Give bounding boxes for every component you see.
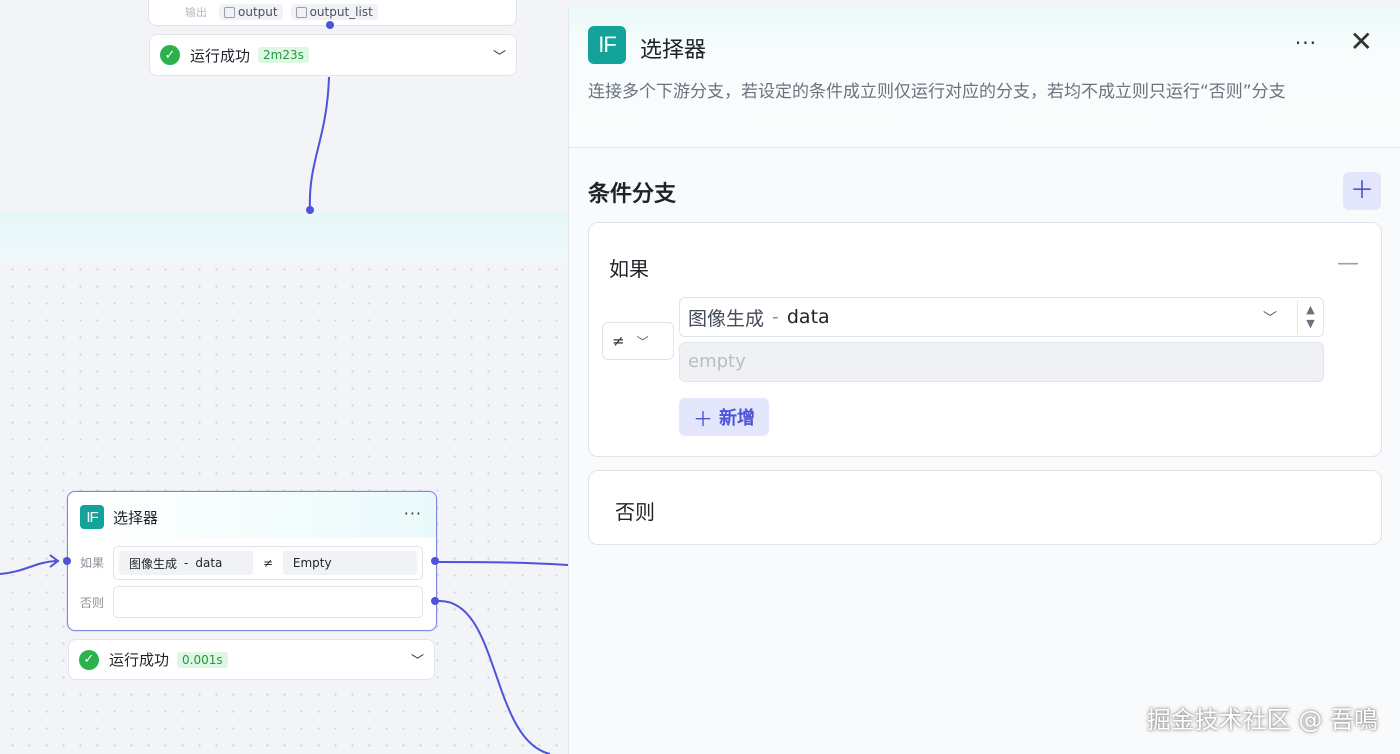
condition-field: data (195, 556, 223, 570)
if-row-label: 如果 (80, 556, 105, 570)
panel-description: 连接多个下游分支，若设定的条件成立则仅运行对应的分支，若均不成立则只运行“否则”… (588, 82, 1286, 102)
chevron-down-icon: ﹀ (636, 334, 649, 349)
output-chip: output (219, 4, 283, 20)
operator-select[interactable]: ≠ ﹀ (602, 322, 674, 360)
if-output-port[interactable] (431, 557, 439, 565)
condition-variable: 图像生成 - data (119, 551, 254, 575)
if-icon: IF (80, 505, 104, 529)
add-branch-button[interactable]: ＋ (1343, 172, 1381, 210)
edge-else-out (437, 599, 551, 754)
if-condition-box[interactable]: 图像生成 - data ≠ Empty (113, 546, 423, 580)
else-condition-box[interactable] (113, 586, 423, 618)
variable-node-name: 图像生成 (688, 307, 765, 330)
status-text: 运行成功 (190, 46, 251, 65)
if-icon: IF (588, 26, 626, 64)
selector-run-status[interactable]: ✓ 运行成功 0.001s ﹀ (68, 639, 435, 680)
output-list-chip: output_list (290, 4, 378, 20)
condition-node-name: 图像生成 (129, 556, 178, 571)
edge-if-out (437, 561, 568, 566)
variable-separator: - (772, 306, 779, 328)
stepper[interactable]: ▲ ▼ (1297, 300, 1323, 334)
chevron-down-icon: ﹀ (410, 654, 424, 669)
condition-operator: ≠ (262, 556, 274, 570)
condition-separator: - (184, 556, 189, 570)
selector-input-port[interactable] (63, 557, 71, 565)
else-row-label: 否则 (80, 596, 105, 610)
success-check-icon: ✓ (79, 649, 99, 670)
variable-field: data (786, 306, 830, 328)
output-chip-label: output (238, 5, 278, 19)
image-icon (295, 6, 307, 18)
plus-icon: ＋ (693, 406, 713, 431)
status-text: 运行成功 (109, 651, 170, 669)
run-time-badge: 0.001s (177, 651, 228, 668)
variable-select[interactable]: 图像生成 - data ﹀ ▲ ▼ (679, 297, 1324, 337)
if-branch-card: 如果 — ≠ ﹀ 图像生成 - data ﹀ ▲ ▼ empty ＋ 新增 (588, 222, 1382, 457)
more-options-icon[interactable]: ··· (1295, 31, 1317, 55)
edge-incoming (0, 560, 57, 575)
remove-branch-icon[interactable]: — (1337, 251, 1359, 276)
panel-header: IF 选择器 ··· ✕ 连接多个下游分支，若设定的条件成立则仅运行对应的分支，… (569, 7, 1400, 148)
output-label: 输出 (185, 6, 207, 19)
node-settings-panel: IF 选择器 ··· ✕ 连接多个下游分支，若设定的条件成立则仅运行对应的分支，… (568, 7, 1400, 754)
panel-title[interactable]: 选择器 (640, 32, 706, 64)
chevron-down-icon: ﹀ (492, 49, 506, 65)
workflow-canvas[interactable]: 输出 output output_list ✓ 运行成功 2m23s ﹀ IF … (0, 0, 568, 754)
condition-value: Empty (282, 551, 417, 575)
edge-incoming-arrow (49, 554, 60, 568)
condition-value-input[interactable]: empty (679, 342, 1324, 382)
else-output-port[interactable] (431, 597, 439, 605)
add-condition-button[interactable]: ＋ 新增 (679, 398, 769, 436)
run-time-badge: 2m23s (258, 47, 309, 63)
operator-value: ≠ (612, 332, 625, 350)
canvas-upper-area (0, 0, 568, 212)
more-options-icon[interactable]: ··· (404, 504, 422, 523)
watermark: 掘金技术社区 @ 吾鳴 (1146, 706, 1378, 734)
node-header: IF 选择器 (80, 505, 158, 529)
section-title: 条件分支 (588, 182, 677, 207)
else-branch-card: 否则 (588, 470, 1382, 545)
image-icon (224, 6, 235, 18)
success-check-icon: ✓ (160, 45, 180, 65)
node-title: 选择器 (113, 508, 159, 527)
add-condition-label: 新增 (719, 408, 755, 429)
output-list-chip-label: output_list (309, 5, 373, 19)
close-icon[interactable]: ✕ (1350, 25, 1373, 58)
stepper-down-icon[interactable]: ▼ (1306, 317, 1314, 331)
canvas-band (0, 212, 568, 262)
selector-node[interactable]: IF 选择器 ··· 如果 图像生成 - data ≠ Empty 否则 (67, 491, 437, 631)
previous-node-port[interactable] (326, 21, 334, 29)
if-branch-label: 如果 (609, 257, 649, 281)
chevron-down-icon: ﹀ (1263, 311, 1277, 327)
previous-node-run-status[interactable]: ✓ 运行成功 2m23s ﹀ (149, 34, 517, 76)
stepper-up-icon[interactable]: ▲ (1306, 303, 1314, 317)
else-branch-label: 否则 (615, 500, 655, 524)
